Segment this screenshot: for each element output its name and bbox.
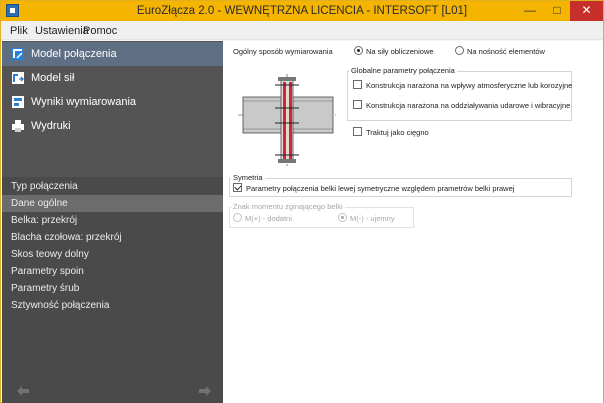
menu-bar: Plik Ustawienia Pomoc: [1, 21, 603, 40]
sidebar: Model połączenia Model sił Wyniki wymiar…: [2, 41, 223, 403]
checkbox-tie-label: Traktuj jako cięgno: [366, 128, 429, 137]
title-bar: EuroZłącza 2.0 - WEWNĘTRZNA LICENCIA - I…: [1, 1, 603, 21]
checkbox-atmospheric[interactable]: [353, 80, 362, 89]
sidebar-sub-item-bolts[interactable]: Parametry śrub: [2, 280, 223, 297]
app-window: EuroZłącza 2.0 - WEWNĘTRZNA LICENCIA - I…: [0, 0, 604, 403]
radio-design-forces-label: Na siły obliczeniowe: [366, 47, 434, 56]
results-icon: [12, 96, 24, 108]
symmetry-title: Symetria: [231, 173, 265, 182]
menu-settings[interactable]: Ustawienia: [35, 25, 89, 37]
radio-design-capacity[interactable]: [455, 46, 464, 55]
global-params-group: [347, 71, 572, 121]
global-params-title: Globalne parametry połączenia: [349, 66, 457, 75]
checkbox-symmetry-label: Parametry połączenia belki lewej symetry…: [246, 184, 515, 193]
arrow-right-icon[interactable]: [198, 385, 212, 397]
sidebar-item-label: Wydruki: [31, 120, 71, 132]
window-title: EuroZłącza 2.0 - WEWNĘTRZNA LICENCIA - I…: [136, 5, 468, 17]
forces-model-icon: [12, 72, 24, 84]
moment-sign-title: Znak momentu zginającego belki: [231, 202, 345, 211]
radio-moment-positive-label: M(+) - dodatni: [245, 214, 292, 223]
sidebar-sub-item-haunch[interactable]: Skos teowy dolny: [2, 246, 223, 263]
sidebar-item-label: Model sił: [31, 72, 75, 84]
sidebar-item-label: Model połączenia: [31, 48, 117, 60]
sidebar-item-results[interactable]: Wyniki wymiarowania: [2, 90, 223, 114]
sidebar-sub-item-beam-section[interactable]: Belka: przekrój: [2, 212, 223, 229]
sidebar-sub-item-general-data[interactable]: Dane ogólne: [2, 195, 223, 212]
sidebar-sub-item-welds[interactable]: Parametry spoin: [2, 263, 223, 280]
sidebar-sub-item-stiffness[interactable]: Sztywność połączenia: [2, 297, 223, 314]
maximize-button[interactable]: □: [544, 1, 570, 21]
sidebar-item-label: Wyniki wymiarowania: [31, 96, 137, 108]
printer-icon: [12, 120, 24, 132]
arrow-left-icon[interactable]: [16, 385, 30, 397]
radio-moment-positive[interactable]: [233, 213, 242, 222]
connection-model-icon: [12, 48, 24, 60]
sidebar-item-forces-model[interactable]: Model sił: [2, 66, 223, 90]
design-mode-label: Ogólny sposób wymiarowania: [233, 47, 333, 56]
connection-sketch: [238, 74, 338, 166]
radio-moment-negative-label: M(-) - ujemny: [350, 214, 395, 223]
sidebar-item-printouts[interactable]: Wydruki: [2, 114, 223, 138]
radio-moment-negative[interactable]: [338, 213, 347, 222]
radio-design-forces[interactable]: [354, 46, 363, 55]
checkbox-symmetry[interactable]: [233, 183, 242, 192]
menu-help[interactable]: Pomoc: [83, 25, 117, 37]
checkbox-tie[interactable]: [353, 127, 362, 136]
main-content: Ogólny sposób wymiarowania Na siły oblic…: [223, 41, 603, 403]
sidebar-sub-item-end-plate[interactable]: Blacha czołowa: przekrój: [2, 229, 223, 246]
close-button[interactable]: ✕: [570, 1, 603, 21]
menu-file[interactable]: Plik: [10, 25, 28, 37]
sidebar-sub-list: Typ połączenia Dane ogólne Belka: przekr…: [2, 177, 223, 403]
checkbox-atmospheric-label: Konstrukcja narażona na wpływy atmosfery…: [366, 81, 573, 90]
sidebar-nav-arrows: [2, 379, 223, 403]
checkbox-impact[interactable]: [353, 100, 362, 109]
sidebar-item-connection-model[interactable]: Model połączenia: [2, 42, 223, 66]
sidebar-sub-item-connection-type[interactable]: Typ połączenia: [2, 178, 223, 195]
checkbox-impact-label: Konstrukcja narażona na oddziaływania ud…: [366, 101, 571, 110]
minimize-button[interactable]: —: [517, 1, 543, 21]
radio-design-capacity-label: Na nośność elementów: [467, 47, 545, 56]
